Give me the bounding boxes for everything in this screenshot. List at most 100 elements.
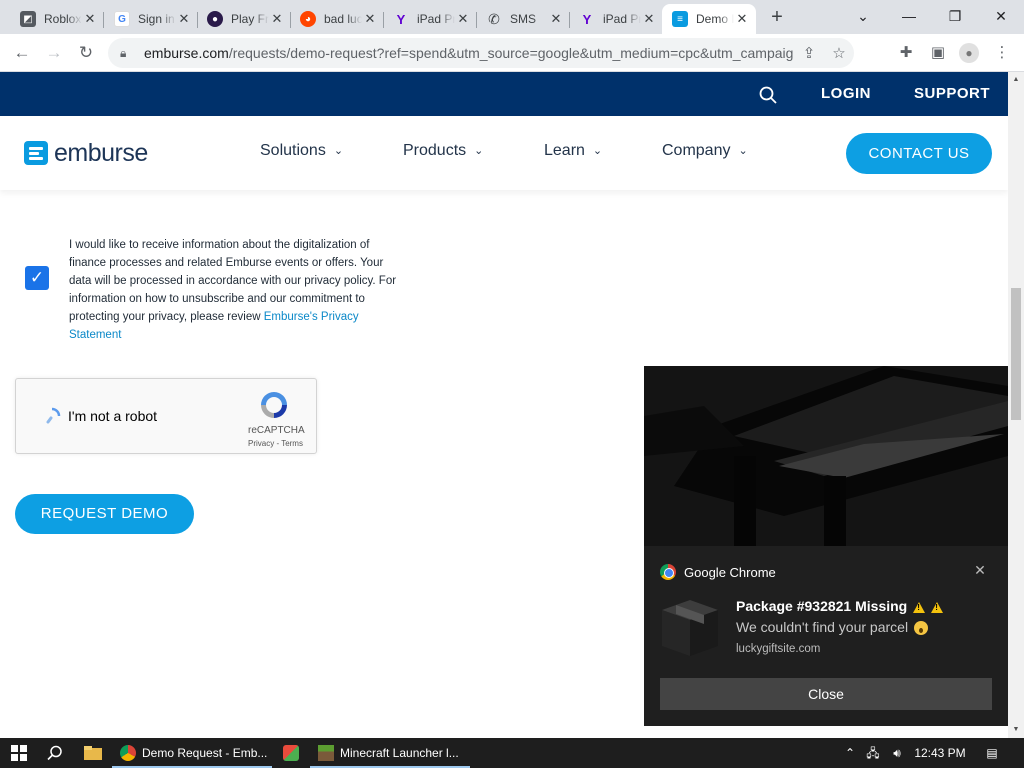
utility-bar: LOGIN SUPPORT <box>0 72 1008 116</box>
recaptcha-widget: I'm not a robot reCAPTCHA Privacy - Term… <box>15 378 317 454</box>
show-hidden-icons-chevron-icon[interactable]: ⌃ <box>842 738 858 768</box>
tab-reddit[interactable]: ◕ bad luck ✕ <box>290 4 384 34</box>
search-icon[interactable] <box>759 72 777 116</box>
chevron-down-icon: ⌄ <box>333 145 344 157</box>
notification-body: We couldn't find your parcel <box>736 619 929 636</box>
scrollbar-thumb[interactable] <box>1011 288 1021 420</box>
volume-icon[interactable]: 🔊︎ <box>888 738 906 768</box>
recaptcha-loading-icon[interactable] <box>42 406 62 426</box>
taskbar-app-minecraft[interactable]: Minecraft Launcher l... <box>318 738 459 768</box>
emburse-logo-icon <box>24 141 48 165</box>
lock-icon[interactable]: 🔒︎ <box>120 46 134 61</box>
side-panel-icon[interactable]: ▣ <box>927 42 949 64</box>
tab-ipad-1[interactable]: Y iPad Pro ✕ <box>383 4 477 34</box>
windows-taskbar: Demo Request - Emb... Minecraft Launcher… <box>0 738 1024 768</box>
minimize-button[interactable]: — <box>886 0 932 32</box>
tab-demo-request[interactable]: ≡ Demo Request ✕ <box>662 4 756 34</box>
chrome-notification: Google Chrome ✕ Package #932821 Missing … <box>644 366 1008 726</box>
network-icon[interactable]: 🖧︎ <box>864 738 882 768</box>
app-icon <box>283 745 299 761</box>
roblox-icon: ◩ <box>20 11 36 27</box>
reddit-icon: ◕ <box>300 11 316 27</box>
main-navigation: emburse Solutions ⌄ Products ⌄ Learn ⌄ Comp… <box>0 116 1008 190</box>
close-tab-icon[interactable]: ✕ <box>734 11 750 27</box>
yahoo-icon: Y <box>582 11 592 27</box>
tab-ipad-2[interactable]: Y iPad Pro ✕ <box>569 4 663 34</box>
new-tab-button[interactable]: + <box>766 6 788 28</box>
tab-search-icon[interactable]: ⌄ <box>840 0 886 32</box>
close-tab-icon[interactable]: ✕ <box>455 11 471 27</box>
close-tab-icon[interactable]: ✕ <box>548 11 564 27</box>
recaptcha-label: I'm not a robot <box>68 408 158 424</box>
notification-title: Package #932821 Missing <box>736 598 944 614</box>
scroll-down-arrow-icon[interactable]: ▼ <box>1008 722 1024 738</box>
tab-roblox[interactable]: ◩ Roblox ✕ <box>10 4 104 34</box>
chrome-icon <box>660 564 676 580</box>
notification-header: Google Chrome <box>660 564 776 580</box>
close-tab-icon[interactable]: ✕ <box>269 11 285 27</box>
yahoo-icon: Y <box>396 11 406 27</box>
file-explorer-icon[interactable] <box>82 738 104 768</box>
taskbar-app-generic[interactable] <box>282 738 300 768</box>
page-scrollbar[interactable]: ▲ ▼ <box>1008 72 1024 738</box>
recaptcha-terms[interactable]: Privacy - Terms <box>248 439 303 448</box>
windows-logo-icon <box>11 745 27 761</box>
recaptcha-logo-icon <box>261 392 287 418</box>
profile-avatar[interactable]: ● <box>958 42 980 64</box>
nav-products[interactable]: Products ⌄ <box>403 142 483 160</box>
package-box-icon <box>662 600 718 656</box>
play-icon: ● <box>207 11 223 27</box>
nav-solutions[interactable]: Solutions ⌄ <box>260 142 343 160</box>
notification-source: luckygiftsite.com <box>736 643 821 655</box>
close-tab-icon[interactable]: ✕ <box>176 11 192 27</box>
menu-icon[interactable]: ⋮ <box>991 42 1013 64</box>
tab-play[interactable]: ● Play Free ✕ <box>197 4 291 34</box>
warning-icon <box>913 601 926 613</box>
support-link[interactable]: SUPPORT <box>914 72 990 116</box>
chevron-down-icon: ⌄ <box>738 145 748 157</box>
clock[interactable]: 12:43 PM <box>912 738 968 768</box>
phone-icon: ✆ <box>488 10 500 27</box>
notification-close-icon[interactable]: ✕ <box>972 562 988 578</box>
close-window-button[interactable]: ✕ <box>978 0 1024 32</box>
browser-toolbar: ← → ↻ 🔒︎ emburse.com/requests/demo-reque… <box>0 34 1024 72</box>
chevron-down-icon: ⌄ <box>474 145 484 157</box>
close-tab-icon[interactable]: ✕ <box>82 11 98 27</box>
warning-icon <box>931 601 944 613</box>
login-link[interactable]: LOGIN <box>821 72 871 116</box>
notification-hero-image <box>644 366 1008 546</box>
share-icon[interactable]: ⇪ <box>794 44 824 62</box>
start-button[interactable] <box>8 738 30 768</box>
minecraft-icon <box>318 745 334 761</box>
taskbar-app-chrome[interactable]: Demo Request - Emb... <box>120 738 267 768</box>
request-demo-button[interactable]: REQUEST DEMO <box>15 494 194 534</box>
shocked-face-icon <box>914 621 929 636</box>
scroll-up-arrow-icon[interactable]: ▲ <box>1008 72 1024 88</box>
consent-text: I would like to receive information abou… <box>69 239 397 341</box>
chevron-down-icon: ⌄ <box>592 145 603 157</box>
bookmark-star-icon[interactable]: ☆ <box>824 44 854 62</box>
recaptcha-brand: reCAPTCHA <box>248 425 305 436</box>
tab-sign-in[interactable]: G Sign in ✕ <box>104 4 198 34</box>
notification-close-button[interactable]: Close <box>660 678 992 710</box>
action-center-icon[interactable]: ▤ <box>982 738 1002 768</box>
consent-checkbox[interactable]: ✓ <box>25 266 49 290</box>
close-tab-icon[interactable]: ✕ <box>641 11 657 27</box>
extensions-icon[interactable]: ✚ <box>895 42 917 64</box>
url-domain: emburse.com <box>144 45 229 61</box>
tab-sms[interactable]: ✆ SMS ✕ <box>476 4 570 34</box>
address-bar[interactable]: 🔒︎ emburse.com/requests/demo-request?ref… <box>108 38 854 68</box>
browser-tab-strip: ◩ Roblox ✕ G Sign in ✕ ● Play Free ✕ ◕ b… <box>0 0 1024 34</box>
back-button[interactable]: ← <box>10 41 34 65</box>
forward-button[interactable]: → <box>42 41 66 65</box>
maximize-button[interactable]: ❐ <box>932 0 978 32</box>
nav-learn[interactable]: Learn ⌄ <box>544 142 602 160</box>
reload-button[interactable]: ↻ <box>74 41 98 65</box>
taskbar-search-icon[interactable] <box>44 738 66 768</box>
emburse-logo[interactable]: emburse <box>24 138 148 168</box>
chrome-icon <box>120 745 136 761</box>
google-icon: G <box>114 11 130 27</box>
contact-us-button[interactable]: CONTACT US <box>846 133 992 174</box>
close-tab-icon[interactable]: ✕ <box>362 11 378 27</box>
nav-company[interactable]: Company ⌄ <box>662 142 748 160</box>
